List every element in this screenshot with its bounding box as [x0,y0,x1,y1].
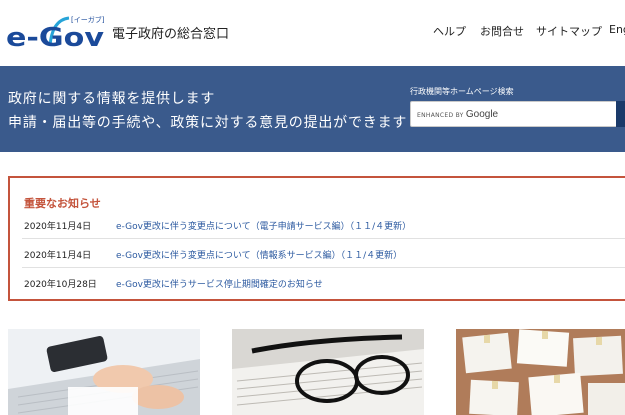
keyboard-photo-image [8,329,200,415]
site-subtitle: 電子政府の総合窓口 [112,27,230,42]
search-input[interactable]: ENHANCED BY Google [410,101,620,127]
nav-sitemap[interactable]: サイトマップ [536,23,602,39]
site-header: [イーガブ] e-Gov 電子政府の総合窓口 ヘルプ お問合せ サイトマップ E… [0,0,625,66]
glasses-photo-image [232,329,424,415]
notice-link[interactable]: e-Gov更改に伴うサービス停止期間確定のお知らせ [116,277,323,290]
notice-item: 2020年10月28日 e-Gov更改に伴うサービス停止期間確定のお知らせ [22,268,625,297]
card-keyboard-photo[interactable] [8,329,200,415]
notice-link[interactable]: e-Gov更改に伴う変更点について（電子申請サービス編）（１１/４更新） [116,219,411,232]
nav-contact[interactable]: お問合せ [480,23,524,39]
banner-headline: 政府に関する情報を提供します [8,91,216,107]
important-notices: 重要なお知らせ 2020年11月4日 e-Gov更改に伴う変更点について（電子申… [8,176,625,301]
card-corkboard-photo[interactable] [456,329,625,415]
hero-banner: 政府に関する情報を提供します 申請・届出等の手続や、政策に対する意見の提出ができ… [0,66,625,152]
card-glasses-photo[interactable] [232,329,424,415]
egov-logo[interactable]: [イーガブ] e-Gov [6,12,106,52]
notice-title: 重要なお知らせ [24,197,101,210]
corkboard-photo-image [456,329,625,415]
notice-link[interactable]: e-Gov更改に伴う変更点について（情報系サービス編）（１１/４更新） [116,248,402,261]
notice-item: 2020年11月4日 e-Gov更改に伴う変更点について（電子申請サービス編）（… [22,210,625,239]
notice-date: 2020年11月4日 [24,251,92,261]
search-label: 行政機関等ホームページ検索 [410,87,514,96]
search-placeholder: ENHANCED BY Google [417,109,499,120]
notice-date: 2020年11月4日 [24,222,92,232]
logo-text: e-Gov [6,23,104,52]
banner-subheadline: 申請・届出等の手続や、政策に対する意見の提出ができます [8,115,408,131]
notice-item: 2020年11月4日 e-Gov更改に伴う変更点について（情報系サービス編）（１… [22,239,625,268]
nav-help[interactable]: ヘルプ [433,23,466,39]
nav-english[interactable]: English [609,23,625,36]
search-button[interactable] [616,101,625,127]
notice-date: 2020年10月28日 [24,280,97,290]
